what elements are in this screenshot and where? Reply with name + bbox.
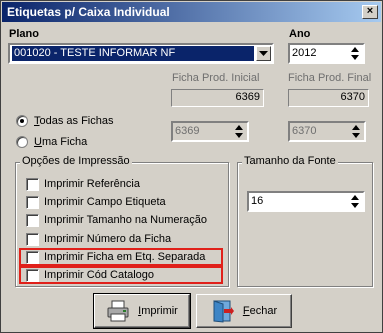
- radio-uma-ficha[interactable]: [16, 136, 28, 148]
- title-bar: Etiquetas p/ Caixa Individual ×: [2, 2, 381, 22]
- radio-uma-rest: ma Ficha: [41, 136, 88, 148]
- spin-up-down-icon: [352, 125, 360, 138]
- ficha-inicial-display: 6369: [171, 89, 264, 107]
- radio-todas-fichas[interactable]: [16, 115, 28, 127]
- chk-imprimir-cod-catalogo[interactable]: [26, 269, 39, 282]
- window-title: Etiquetas p/ Caixa Individual: [7, 5, 170, 19]
- chk-imprimir-numero-ficha-label[interactable]: Imprimir Número da Ficha: [44, 233, 171, 245]
- fechar-label: Fechar: [243, 305, 277, 317]
- tamanho-fonte-spinner[interactable]: [348, 194, 362, 209]
- chk-imprimir-ficha-separada-label[interactable]: Imprimir Ficha em Etq. Separada: [44, 251, 205, 263]
- exit-door-icon: [213, 300, 234, 323]
- chk-imprimir-numero-ficha[interactable]: [26, 233, 39, 246]
- ano-label: Ano: [289, 28, 311, 40]
- plano-combobox[interactable]: 001020 - TESTE INFORMAR NF: [8, 43, 274, 64]
- dialog-window: Etiquetas p/ Caixa Individual × Plano 00…: [0, 0, 383, 333]
- ano-spinner[interactable]: [348, 46, 362, 61]
- radio-todas-fichas-label[interactable]: Todas as Fichas: [34, 115, 113, 127]
- radio-todas-rest: odas as Fichas: [39, 115, 114, 127]
- tamanho-fonte-spinbox[interactable]: 16: [247, 191, 365, 212]
- close-button[interactable]: ×: [362, 5, 378, 19]
- chevron-down-icon: [259, 51, 268, 56]
- radio-uma-ficha-label[interactable]: Uma Ficha: [34, 136, 87, 148]
- accel-f: F: [242, 305, 250, 317]
- ficha-inicial-spin-value: 6369: [175, 125, 200, 137]
- tamanho-fonte-value: 16: [251, 195, 264, 207]
- tamanho-fonte-groupbox: [237, 162, 373, 287]
- ficha-final-spinner[interactable]: [349, 124, 363, 139]
- tamanho-fonte-title: Tamanho da Fonte: [242, 155, 338, 167]
- chk-imprimir-referencia-label[interactable]: Imprimir Referência: [44, 178, 140, 190]
- fechar-rest: echar: [249, 305, 278, 317]
- imprimir-rest: mprimir: [141, 305, 178, 317]
- accel-u: U: [34, 136, 42, 148]
- ficha-final-label: Ficha Prod. Final: [288, 72, 372, 84]
- plano-value: 001020 - TESTE INFORMAR NF: [12, 46, 254, 61]
- spin-up-down-icon: [235, 125, 243, 138]
- imprimir-label: Imprimir: [138, 305, 178, 317]
- ano-input[interactable]: 2012: [288, 43, 365, 64]
- ficha-inicial-value: 6369: [235, 91, 260, 103]
- chk-imprimir-tamanho[interactable]: [26, 214, 39, 227]
- ficha-final-spinbox[interactable]: 6370: [288, 121, 366, 142]
- ficha-inicial-spinbox[interactable]: 6369: [171, 121, 249, 142]
- spin-up-down-icon: [351, 195, 359, 208]
- chk-imprimir-ficha-separada[interactable]: [26, 251, 39, 264]
- fechar-button[interactable]: Fechar: [196, 294, 292, 328]
- ficha-final-value: 6370: [340, 91, 365, 103]
- close-icon: ×: [366, 5, 374, 17]
- imprimir-button[interactable]: Imprimir: [93, 293, 191, 329]
- ficha-inicial-spinner[interactable]: [232, 124, 246, 139]
- chk-imprimir-referencia[interactable]: [26, 178, 39, 191]
- chk-imprimir-campo-etiqueta[interactable]: [26, 196, 39, 209]
- ficha-final-spin-value: 6370: [292, 125, 317, 137]
- printer-icon: [107, 300, 129, 322]
- opcoes-title: Opções de Impressão: [20, 155, 132, 167]
- ficha-final-display: 6370: [288, 89, 369, 107]
- ano-value: 2012: [292, 47, 317, 59]
- spin-up-down-icon: [351, 47, 359, 60]
- radio-selected-dot: [20, 119, 24, 123]
- ficha-inicial-label: Ficha Prod. Inicial: [172, 72, 260, 84]
- plano-dropdown-button[interactable]: [256, 46, 271, 61]
- plano-label: Plano: [9, 28, 39, 40]
- chk-imprimir-tamanho-label[interactable]: Imprimir Tamanho na Numeração: [44, 214, 207, 226]
- chk-imprimir-campo-etiqueta-label[interactable]: Imprimir Campo Etiqueta: [44, 196, 166, 208]
- chk-imprimir-cod-catalogo-label[interactable]: Imprimir Cód Catalogo: [44, 269, 154, 281]
